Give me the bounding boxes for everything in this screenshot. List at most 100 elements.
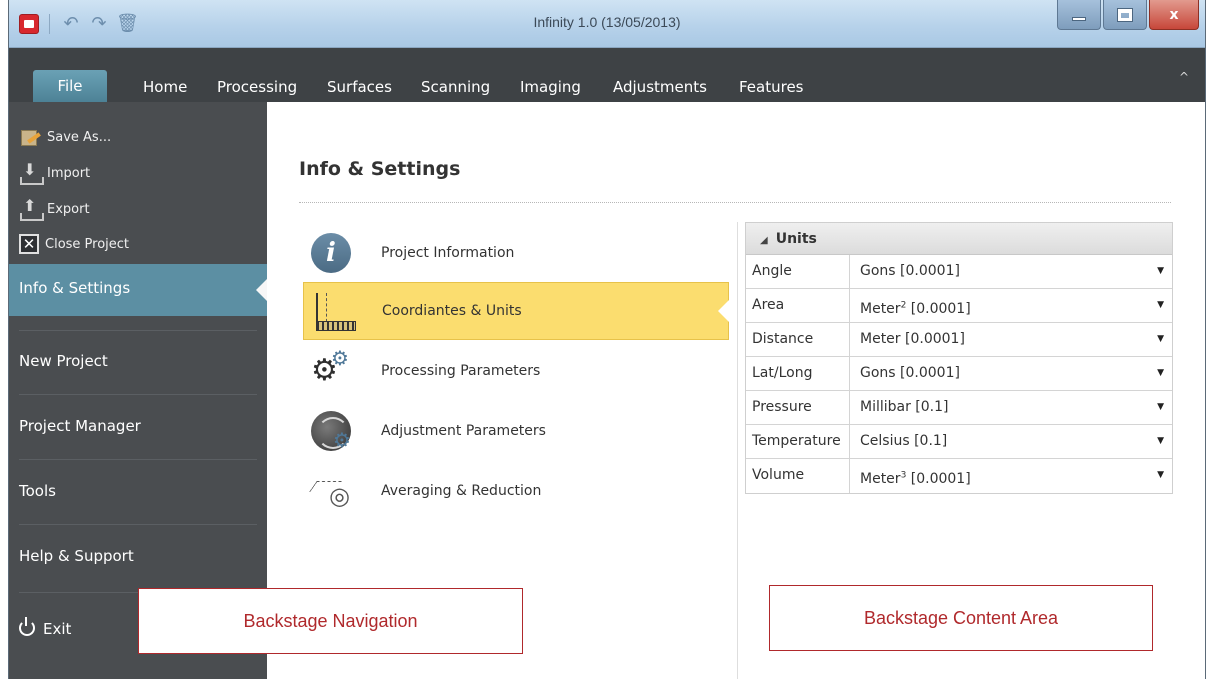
property-name: Volume xyxy=(746,459,850,493)
category-label: Processing Parameters xyxy=(381,363,541,379)
ribbon-collapse-icon[interactable]: ^ xyxy=(1179,70,1189,84)
units-property-grid: ◢ Units Angle Gons [0.0001] ▼ Area Meter2 … xyxy=(745,222,1173,494)
property-row-distance: Distance Meter [0.0001] ▼ xyxy=(746,323,1172,357)
dropdown-arrow-icon: ▼ xyxy=(1157,368,1164,378)
nav-divider xyxy=(19,394,257,395)
category-project-information[interactable]: i Project Information xyxy=(303,224,729,282)
angle-unit-select[interactable]: Gons [0.0001] ▼ xyxy=(850,255,1172,288)
property-value: Meter2 [0.0001] xyxy=(860,300,971,317)
close-button[interactable]: x xyxy=(1149,0,1199,30)
save-as-icon xyxy=(19,126,41,148)
nav-item-help-support[interactable]: Help & Support xyxy=(19,547,134,565)
tab-imaging[interactable]: Imaging xyxy=(520,48,581,102)
tab-file[interactable]: File xyxy=(33,70,107,102)
ribbon-tab-bar: File Home Processing Surfaces Scanning I… xyxy=(9,48,1205,102)
category-label: Project Information xyxy=(381,245,515,261)
import-label: Import xyxy=(47,165,91,181)
volume-unit-select[interactable]: Meter3 [0.0001] ▼ xyxy=(850,459,1172,493)
tab-surfaces[interactable]: Surfaces xyxy=(327,48,392,102)
close-project-icon: ✕ xyxy=(19,234,39,254)
value-unit: Meter xyxy=(860,470,901,487)
close-project-label: Close Project xyxy=(45,236,130,252)
dropdown-arrow-icon: ▼ xyxy=(1157,300,1164,310)
property-value: Gons [0.0001] xyxy=(860,263,960,279)
dropdown-arrow-icon: ▼ xyxy=(1157,470,1164,480)
category-label: Coordiantes & Units xyxy=(382,303,522,319)
nav-item-new-project[interactable]: New Project xyxy=(19,352,108,370)
property-name: Pressure xyxy=(746,391,850,424)
latlong-unit-select[interactable]: Gons [0.0001] ▼ xyxy=(850,357,1172,390)
import-icon xyxy=(19,160,44,185)
selection-notch xyxy=(718,300,729,322)
units-group-header[interactable]: ◢ Units xyxy=(746,223,1172,255)
close-project-button[interactable]: ✕ Close Project xyxy=(19,234,129,254)
category-label: Averaging & Reduction xyxy=(381,483,542,499)
averaging-icon xyxy=(311,471,351,511)
title-divider xyxy=(299,202,1171,203)
area-unit-select[interactable]: Meter2 [0.0001] ▼ xyxy=(850,289,1172,322)
category-label: Adjustment Parameters xyxy=(381,423,546,439)
page-title: Info & Settings xyxy=(299,158,461,180)
window-controls: x xyxy=(1057,0,1199,30)
globe-gear-icon xyxy=(311,411,351,451)
window-title: Infinity 1.0 (13/05/2013) xyxy=(533,14,681,30)
tab-home[interactable]: Home xyxy=(143,48,187,102)
property-name: Temperature xyxy=(746,425,850,458)
info-icon: i xyxy=(311,233,351,273)
nav-item-project-manager[interactable]: Project Manager xyxy=(19,417,141,435)
export-icon xyxy=(19,196,44,221)
tab-scanning[interactable]: Scanning xyxy=(421,48,490,102)
tab-processing[interactable]: Processing xyxy=(217,48,297,102)
tab-adjustments[interactable]: Adjustments xyxy=(613,48,707,102)
property-row-pressure: Pressure Millibar [0.1] ▼ xyxy=(746,391,1172,425)
pressure-unit-select[interactable]: Millibar [0.1] ▼ xyxy=(850,391,1172,424)
dropdown-arrow-icon: ▼ xyxy=(1157,436,1164,446)
maximize-button[interactable] xyxy=(1103,0,1147,30)
category-processing-parameters[interactable]: Processing Parameters xyxy=(303,342,729,400)
export-button[interactable]: Export xyxy=(19,196,90,221)
tab-features[interactable]: Features xyxy=(739,48,804,102)
backstage-content-callout: Backstage Content Area xyxy=(769,585,1153,651)
category-coordinates-units[interactable]: Coordiantes & Units xyxy=(303,282,729,340)
property-name: Lat/Long xyxy=(746,357,850,390)
maximize-icon xyxy=(1117,7,1133,22)
property-name: Area xyxy=(746,289,850,322)
dropdown-arrow-icon: ▼ xyxy=(1157,402,1164,412)
category-adjustment-parameters[interactable]: Adjustment Parameters xyxy=(303,402,729,460)
property-name: Distance xyxy=(746,323,850,356)
value-unit: Meter xyxy=(860,300,901,317)
property-row-angle: Angle Gons [0.0001] ▼ xyxy=(746,255,1172,289)
property-row-volume: Volume Meter3 [0.0001] ▼ xyxy=(746,459,1172,493)
nav-divider xyxy=(19,459,257,460)
dropdown-arrow-icon: ▼ xyxy=(1157,266,1164,276)
units-header-label: Units xyxy=(775,231,817,247)
collapse-triangle-icon: ◢ xyxy=(760,235,768,246)
property-value: Meter [0.0001] xyxy=(860,331,965,347)
category-averaging-reduction[interactable]: Averaging & Reduction xyxy=(303,462,729,520)
property-value: Celsius [0.1] xyxy=(860,433,948,449)
nav-divider xyxy=(19,524,257,525)
backstage-navigation-callout: Backstage Navigation xyxy=(138,588,523,654)
save-as-button[interactable]: Save As... xyxy=(19,126,111,148)
exit-button[interactable]: Exit xyxy=(19,617,72,638)
property-row-latlong: Lat/Long Gons [0.0001] ▼ xyxy=(746,357,1172,391)
nav-item-info-settings[interactable]: Info & Settings xyxy=(9,264,268,316)
title-bar: ↶ ↷ 🗑 Infinity 1.0 (13/05/2013) x xyxy=(9,0,1205,48)
temperature-unit-select[interactable]: Celsius [0.1] ▼ xyxy=(850,425,1172,458)
property-row-area: Area Meter2 [0.0001] ▼ xyxy=(746,289,1172,323)
close-icon: x xyxy=(1169,6,1179,23)
value-precision: [0.0001] xyxy=(906,470,971,487)
property-value: Millibar [0.1] xyxy=(860,399,949,415)
distance-unit-select[interactable]: Meter [0.0001] ▼ xyxy=(850,323,1172,356)
app-window: ↶ ↷ 🗑 Infinity 1.0 (13/05/2013) x File H… xyxy=(8,0,1206,679)
property-value: Meter3 [0.0001] xyxy=(860,470,971,487)
coordinates-ruler-icon xyxy=(312,291,356,331)
property-value: Gons [0.0001] xyxy=(860,365,960,381)
dropdown-arrow-icon: ▼ xyxy=(1157,334,1164,344)
minimize-button[interactable] xyxy=(1057,0,1101,30)
exit-label: Exit xyxy=(43,620,72,638)
import-button[interactable]: Import xyxy=(19,160,91,185)
value-precision: [0.0001] xyxy=(906,300,971,317)
nav-item-tools[interactable]: Tools xyxy=(19,482,56,500)
power-icon xyxy=(19,617,35,636)
